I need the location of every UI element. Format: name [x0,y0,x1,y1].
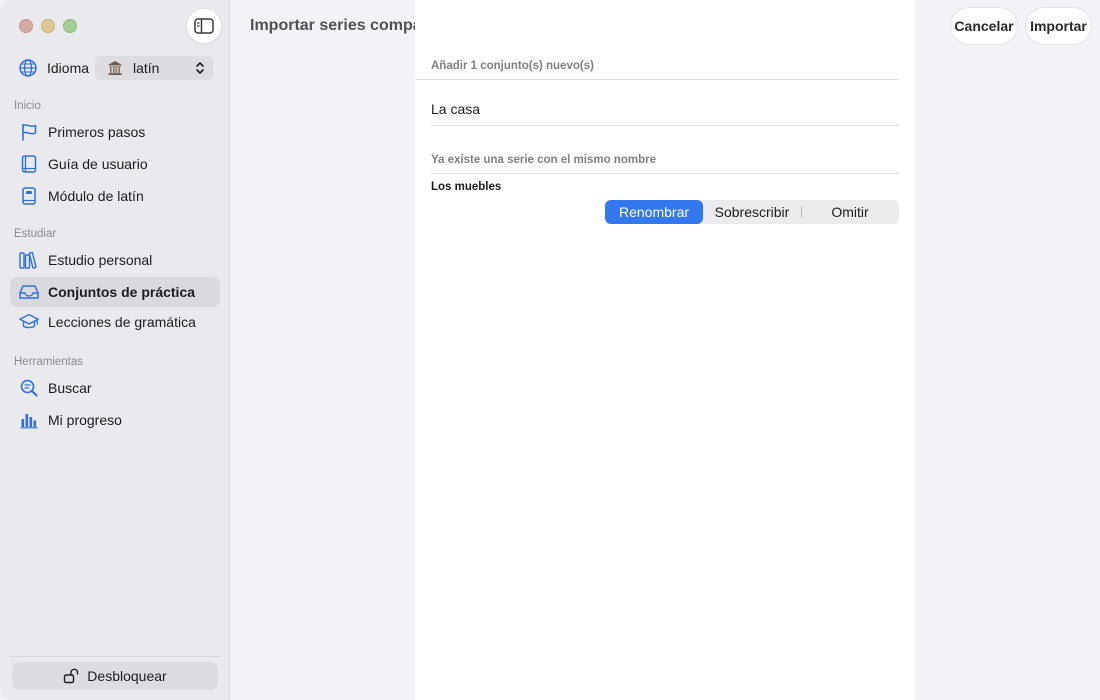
sidebar-item-conjuntos-de-practica[interactable]: Conjuntos de práctica [10,277,220,307]
globe-icon [19,59,37,77]
zoom-window-button[interactable] [63,19,77,33]
sidebar-item-lecciones-de-gramatica[interactable]: Lecciones de gramática [10,307,220,337]
app-window: Idioma latín Inicio Primeros pasos Guía … [0,0,1100,700]
sidebar-item-label: Módulo de latín [48,188,144,204]
section-title-herramientas: Herramientas [14,356,84,368]
flag-icon [18,121,40,143]
new-sets-header: Añadir 1 conjunto(s) nuevo(s) [431,60,594,72]
unlock-icon [64,668,79,684]
sidebar-item-buscar[interactable]: Buscar [10,373,220,403]
minimize-window-button[interactable] [41,19,55,33]
sidebar-item-label: Lecciones de gramática [48,314,196,330]
library-icon [18,249,40,271]
conflict-header: Ya existe una serie con el mismo nombre [431,154,656,166]
temple-icon [108,61,122,75]
option-skip[interactable]: Omitir [801,200,899,224]
sidebar-item-mi-progreso[interactable]: Mi progreso [10,405,220,435]
bar-chart-icon [18,409,40,431]
section-title-inicio: Inicio [14,100,41,112]
import-panel: Añadir 1 conjunto(s) nuevo(s) La casa Ya… [415,0,915,700]
sidebar-toggle-icon [194,18,214,34]
import-button[interactable]: Importar [1025,7,1092,45]
language-select[interactable]: latín [95,56,213,80]
sidebar-item-label: Conjuntos de práctica [48,284,196,300]
close-window-button[interactable] [19,19,33,33]
sidebar-divider [10,656,220,657]
sidebar-item-guia-de-usuario[interactable]: Guía de usuario [10,149,220,179]
unlock-button[interactable]: Desbloquear [12,662,218,690]
option-overwrite[interactable]: Sobrescribir [703,200,801,224]
tray-icon [18,281,40,303]
chevron-up-down-icon [196,62,204,74]
window-controls [19,19,77,33]
conflict-set-name: Los muebles [431,181,502,193]
sidebar-item-estudio-personal[interactable]: Estudio personal [10,245,220,275]
new-set-name: La casa [431,101,481,117]
sidebar-item-label: Estudio personal [48,252,153,268]
sidebar-item-label: Buscar [48,380,92,396]
cancel-button[interactable]: Cancelar [950,7,1018,45]
book-icon [18,153,40,175]
divider [431,125,899,126]
sidebar-toggle-button[interactable] [186,8,222,44]
unlock-label: Desbloquear [87,668,167,684]
sidebar-item-primeros-pasos[interactable]: Primeros pasos [10,117,220,147]
divider [431,173,899,174]
option-rename[interactable]: Renombrar [605,200,703,224]
language-row: Idioma latín [18,56,213,80]
sidebar: Idioma latín Inicio Primeros pasos Guía … [0,0,230,700]
search-icon [18,377,40,399]
sidebar-item-label: Mi progreso [48,412,122,428]
graduation-cap-icon [18,311,40,333]
sidebar-item-label: Primeros pasos [48,124,146,140]
divider [415,79,899,80]
sidebar-item-modulo-de-latin[interactable]: Módulo de latín [10,181,220,211]
module-book-icon [18,185,40,207]
sidebar-item-label: Guía de usuario [48,156,148,172]
conflict-resolution-segmented-control: Renombrar Sobrescribir Omitir [605,200,899,224]
section-title-estudiar: Estudiar [14,228,57,240]
language-value: latín [133,60,160,76]
